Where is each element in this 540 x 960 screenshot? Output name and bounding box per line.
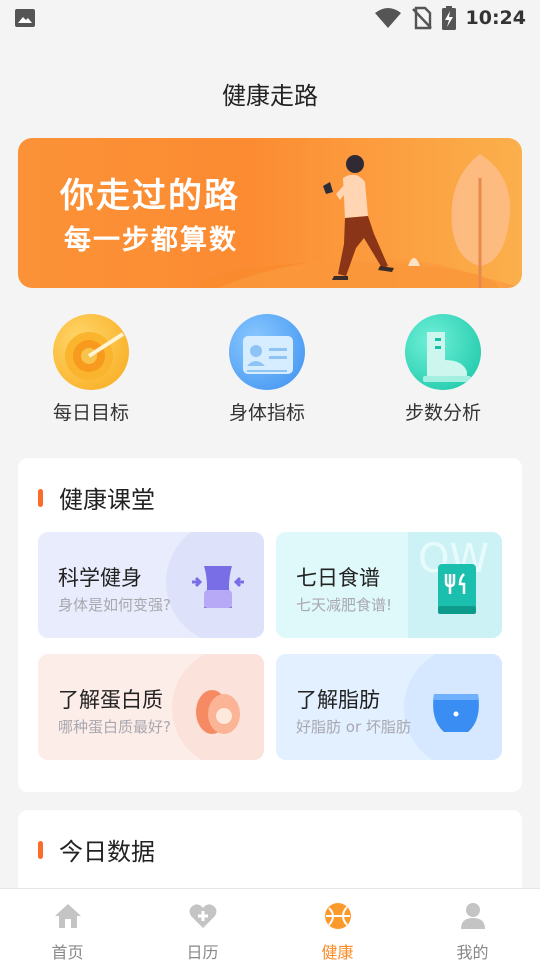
tile-subtitle: 好脂肪 or 坏脂肪 <box>296 718 411 736</box>
battery-charging-icon <box>441 6 456 30</box>
health-class-title: 健康课堂 <box>38 480 155 515</box>
today-data-title-text: 今日数据 <box>59 838 155 866</box>
nav-label-calendar: 日历 <box>186 943 219 960</box>
target-icon <box>53 314 129 390</box>
wifi-icon <box>374 8 401 28</box>
status-time: 10:24 <box>465 7 526 29</box>
id-card-icon <box>229 314 305 390</box>
health-class-card: 健康课堂 科学健身 身体是如何变强? OW 七日食谱 七天减肥食谱! 了解蛋白质… <box>18 458 522 792</box>
person-icon <box>460 903 485 929</box>
boot-icon <box>405 314 481 390</box>
title-accent-bar <box>38 840 43 859</box>
home-icon <box>54 904 81 928</box>
heart-plus-icon <box>189 904 216 928</box>
tile-title: 了解蛋白质 <box>58 688 163 712</box>
nav-item-home[interactable]: 首页 <box>0 889 135 960</box>
quick-label-step-analysis: 步数分析 <box>404 402 481 424</box>
tile-science-fitness[interactable]: 科学健身 身体是如何变强? <box>38 532 264 638</box>
recipe-book-icon <box>438 564 476 614</box>
title-accent-bar <box>38 488 43 507</box>
quick-item-daily-goal[interactable]: 每日目标 <box>16 314 166 425</box>
nav-label-home: 首页 <box>51 943 84 960</box>
belly-icon <box>433 694 479 732</box>
quick-item-body-index[interactable]: 身体指标 <box>192 314 342 425</box>
tile-subtitle: 身体是如何变强? <box>58 596 171 614</box>
egg-icon <box>196 690 240 734</box>
nav-item-mine[interactable]: 我的 <box>405 889 540 960</box>
photo-icon <box>15 9 35 27</box>
tile-protein[interactable]: 了解蛋白质 哪种蛋白质最好? <box>38 654 264 760</box>
waist-icon <box>192 566 244 608</box>
tile-title: 了解脂肪 <box>296 688 380 712</box>
tile-fat[interactable]: 了解脂肪 好脂肪 or 坏脂肪 <box>276 654 502 760</box>
status-bar: 10:24 <box>0 0 540 36</box>
bottom-nav: 首页 日历 健康 我的 <box>0 888 540 960</box>
banner-subline: 每一步都算数 <box>64 225 238 256</box>
page-title: 健康走路 <box>222 82 318 110</box>
no-sim-icon <box>411 6 432 30</box>
quick-item-step-analysis[interactable]: 步数分析 <box>368 314 518 425</box>
quick-label-body-index: 身体指标 <box>228 402 305 424</box>
today-data-title: 今日数据 <box>38 832 155 867</box>
tile-subtitle: 哪种蛋白质最好? <box>58 718 171 736</box>
banner[interactable]: 你走过的路 每一步都算数 <box>18 138 522 288</box>
health-class-title-text: 健康课堂 <box>59 486 155 514</box>
tile-title: 七日食谱 <box>296 566 380 590</box>
banner-headline: 你走过的路 <box>60 176 240 216</box>
ball-icon <box>324 903 351 929</box>
quick-actions: 每日目标 身体指标 步数分析 <box>0 314 540 424</box>
nav-label-mine: 我的 <box>456 943 489 960</box>
tile-seven-day-recipe[interactable]: OW 七日食谱 七天减肥食谱! <box>276 532 502 638</box>
nav-item-health[interactable]: 健康 <box>270 889 405 960</box>
tile-title: 科学健身 <box>58 566 142 590</box>
tile-subtitle: 七天减肥食谱! <box>296 596 393 614</box>
nav-label-health: 健康 <box>321 943 354 960</box>
nav-item-calendar[interactable]: 日历 <box>135 889 270 960</box>
quick-label-daily-goal: 每日目标 <box>52 402 129 424</box>
